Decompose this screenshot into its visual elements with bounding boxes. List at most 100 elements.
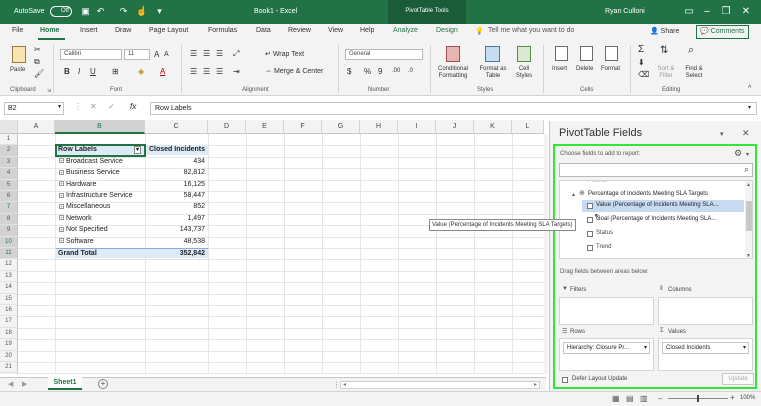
align-bottom-icon[interactable]: ☰: [216, 49, 223, 58]
tab-formulas[interactable]: Formulas: [208, 27, 237, 34]
select-all-corner[interactable]: [0, 120, 18, 134]
font-name-select[interactable]: Calibri: [60, 49, 122, 60]
row-header[interactable]: 11: [0, 248, 18, 260]
close-icon[interactable]: ✕: [738, 5, 754, 18]
pivot-row-value[interactable]: 16,125: [145, 180, 208, 190]
align-right-icon[interactable]: ☰: [216, 67, 223, 76]
pivot-row-value[interactable]: 82,812: [145, 168, 208, 178]
pivot-row-value[interactable]: 852: [145, 202, 208, 212]
formula-input[interactable]: Row Labels: [150, 102, 757, 115]
zoom-slider-thumb[interactable]: [697, 395, 699, 402]
tab-help[interactable]: Help: [360, 27, 374, 34]
format-cells-label[interactable]: Format: [601, 66, 620, 72]
expand-icon[interactable]: +: [59, 215, 64, 221]
row-header[interactable]: 5: [0, 179, 18, 191]
comma-icon[interactable]: 9: [378, 67, 382, 76]
column-header-e[interactable]: E: [246, 120, 284, 134]
autosum-icon[interactable]: Σ: [638, 44, 644, 55]
autosave-toggle[interactable]: Off: [50, 6, 72, 17]
expand-icon[interactable]: +: [59, 158, 64, 164]
row-header[interactable]: 17: [0, 316, 18, 328]
pivot-row-value[interactable]: 434: [145, 157, 208, 167]
pivot-row-value[interactable]: 58,447: [145, 191, 208, 201]
page-break-view-icon[interactable]: ▥: [640, 394, 648, 403]
column-header-i[interactable]: I: [398, 120, 436, 134]
format-painter-icon[interactable]: 🖌: [34, 69, 44, 78]
align-center-icon[interactable]: ☰: [203, 67, 210, 76]
insert-function-icon[interactable]: fx: [130, 102, 136, 111]
italic-icon[interactable]: I: [78, 67, 80, 76]
row-header[interactable]: 22: [0, 373, 18, 374]
number-format-select[interactable]: General: [345, 49, 423, 60]
cut-icon[interactable]: ✂: [34, 45, 41, 54]
delete-cells-label[interactable]: Delete: [576, 66, 593, 72]
decrease-font-icon[interactable]: A: [164, 51, 169, 58]
expand-icon[interactable]: +: [59, 204, 64, 210]
row-header[interactable]: 7: [0, 202, 18, 214]
collapse-ribbon-icon[interactable]: ^: [748, 85, 751, 92]
zoom-level[interactable]: 100%: [740, 395, 755, 401]
redo-icon[interactable]: ↷: [118, 6, 129, 17]
column-header-k[interactable]: K: [474, 120, 512, 134]
cancel-entry-icon[interactable]: ✕: [90, 102, 97, 111]
insert-cells-label[interactable]: Insert: [552, 66, 567, 72]
share-button[interactable]: 👤 Share: [650, 27, 679, 35]
find-icon[interactable]: ⌕: [688, 44, 694, 57]
zoom-out-icon[interactable]: –: [658, 394, 662, 403]
orientation-icon[interactable]: ⤢: [233, 49, 239, 59]
font-size-select[interactable]: 11: [124, 49, 150, 60]
enter-icon[interactable]: ✓: [108, 102, 115, 111]
format-as-table-icon[interactable]: [485, 46, 500, 62]
increase-font-icon[interactable]: A: [154, 50, 159, 59]
save-icon[interactable]: ▣: [80, 6, 91, 17]
cell-styles-icon[interactable]: [517, 46, 531, 62]
expand-formula-icon[interactable]: ▾: [748, 104, 751, 111]
pivot-row-label[interactable]: + Broadcast Service: [56, 157, 145, 167]
underline-icon[interactable]: U: [90, 67, 96, 76]
column-header-h[interactable]: H: [360, 120, 398, 134]
tab-data[interactable]: Data: [256, 27, 271, 34]
name-box[interactable]: B2: [4, 102, 64, 115]
row-header[interactable]: 13: [0, 270, 18, 283]
column-header-d[interactable]: D: [208, 120, 246, 134]
expand-icon[interactable]: +: [59, 238, 64, 244]
expand-icon[interactable]: +: [59, 181, 64, 187]
column-header-l[interactable]: L: [512, 120, 544, 134]
tab-split-handle-icon[interactable]: ⋮: [333, 381, 340, 389]
expand-icon[interactable]: +: [59, 226, 64, 232]
column-header-j[interactable]: J: [436, 120, 474, 134]
pivot-row-label[interactable]: + Miscellaneous: [56, 202, 145, 212]
tab-view[interactable]: View: [328, 27, 343, 34]
column-header-a[interactable]: A: [18, 120, 55, 134]
cell-styles-label[interactable]: Cell Styles: [512, 66, 536, 80]
zoom-in-icon[interactable]: +: [730, 393, 735, 402]
conditional-formatting-icon[interactable]: [446, 46, 460, 62]
delete-cells-icon[interactable]: [580, 46, 593, 61]
column-header-f[interactable]: F: [284, 120, 322, 134]
ribbon-display-icon[interactable]: ▭: [681, 5, 697, 18]
column-header-b[interactable]: B: [55, 120, 145, 134]
scroll-right-icon[interactable]: ▶: [22, 380, 27, 388]
vertical-scrollbar[interactable]: [544, 134, 548, 374]
row-header[interactable]: 19: [0, 339, 18, 351]
merge-center-button[interactable]: ⇔ Merge & Center: [265, 68, 323, 75]
expand-icon[interactable]: +: [59, 169, 64, 175]
expand-icon[interactable]: +: [59, 192, 64, 198]
grand-total-value[interactable]: 352,842: [145, 248, 208, 258]
user-name[interactable]: Ryan Culloni: [605, 8, 645, 15]
conditional-formatting-label[interactable]: Conditional Formatting: [434, 66, 472, 80]
pivot-row-label[interactable]: + Network: [56, 214, 145, 224]
tab-design[interactable]: Design: [436, 27, 458, 34]
fill-icon[interactable]: ⬇: [638, 58, 645, 67]
row-header[interactable]: 16: [0, 305, 18, 317]
pivot-value-header[interactable]: Closed Incidents: [145, 145, 208, 156]
align-top-icon[interactable]: ☰: [190, 49, 197, 58]
borders-icon[interactable]: ⊞: [112, 67, 119, 76]
pivot-row-label[interactable]: + Business Service: [56, 168, 145, 178]
row-header[interactable]: 14: [0, 282, 18, 294]
page-layout-view-icon[interactable]: ▤: [626, 394, 634, 403]
font-color-icon[interactable]: A: [160, 67, 165, 76]
paste-icon[interactable]: [12, 46, 26, 63]
clear-icon[interactable]: ⌫: [638, 70, 649, 79]
tab-insert[interactable]: Insert: [80, 27, 98, 34]
